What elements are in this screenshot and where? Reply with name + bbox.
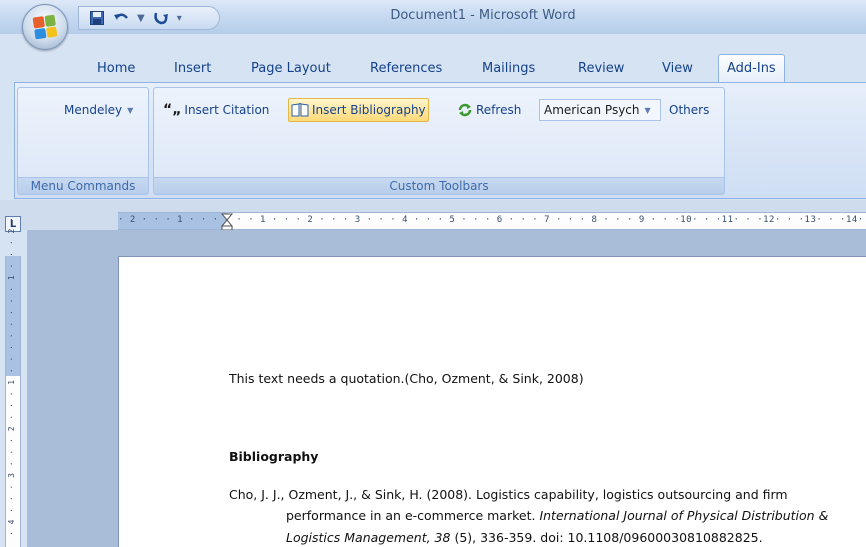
others-label: Others	[669, 103, 710, 117]
reference-pages-doi: (5), 336-359. doi: 10.1108/0960003081088…	[450, 530, 763, 545]
others-button[interactable]: Others	[667, 98, 711, 122]
save-icon[interactable]	[89, 10, 105, 26]
horizontal-ruler[interactable]: · 2 · · · 1 · · · · · · 1 · · · 2 · · · …	[118, 212, 866, 231]
ribbon: Mendeley ▼ Menu Commands “„ Insert Citati…	[14, 82, 866, 199]
reference-journal-volume: Logistics Management, 38	[286, 530, 451, 545]
refresh-label: Refresh	[476, 103, 522, 117]
tab-references[interactable]: References	[370, 61, 442, 76]
insert-bibliography-label: Insert Bibliography	[312, 103, 426, 117]
citation-style-select[interactable]: American Psych ▼	[539, 99, 661, 121]
office-button[interactable]	[22, 4, 68, 50]
reference-line-2: performance in an e-commerce market. Int…	[286, 508, 828, 523]
tab-page-layout[interactable]: Page Layout	[251, 61, 331, 76]
insert-bibliography-button[interactable]: Insert Bibliography	[288, 98, 429, 122]
mendeley-label: Mendeley	[64, 103, 123, 117]
bibliography-heading: Bibliography	[229, 449, 319, 464]
vertical-ruler-ticks: · 4 · · · 3 · · · 2 · · · 1 · · · · · · …	[7, 216, 16, 536]
refresh-button[interactable]: Refresh	[456, 98, 523, 122]
indent-marker-icon[interactable]	[220, 213, 234, 231]
mendeley-menu-button[interactable]: Mendeley ▼	[62, 98, 135, 122]
ruler-bar: L · 2 · · · 1 · · · · · · 1 · · · 2 · · …	[0, 200, 866, 232]
tab-review[interactable]: Review	[578, 61, 624, 76]
chevron-down-icon: ▼	[644, 105, 651, 115]
tab-add-ins[interactable]: Add-Ins	[718, 54, 785, 82]
reference-text: performance in an e-commerce market.	[286, 508, 540, 523]
quick-access-toolbar: ▼ ▾	[78, 6, 220, 30]
reference-line-1: Cho, J. J., Ozment, J., & Sink, H. (2008…	[229, 487, 788, 502]
refresh-icon	[458, 103, 472, 117]
reference-line-3: Logistics Management, 38 (5), 336-359. d…	[286, 530, 763, 545]
insert-citation-button[interactable]: “„ Insert Citation	[161, 98, 271, 122]
undo-icon[interactable]	[113, 10, 129, 26]
undo-dropdown-icon[interactable]: ▼	[137, 13, 145, 24]
customize-qat-icon[interactable]: ▾	[177, 13, 182, 24]
quote-icon: “„	[163, 102, 182, 118]
reference-journal: International Journal of Physical Distri…	[539, 508, 829, 523]
vertical-ruler[interactable]: · 4 · · · 3 · · · 2 · · · 1 · · · · · · …	[5, 216, 21, 547]
ribbon-tabs: Home Insert Page Layout References Maili…	[0, 54, 866, 82]
citation-style-value: American Psych	[544, 103, 640, 117]
group-label-menu-commands: Menu Commands	[18, 177, 148, 194]
redo-icon[interactable]	[153, 10, 169, 26]
chevron-down-icon: ▼	[127, 105, 134, 115]
tab-mailings[interactable]: Mailings	[482, 61, 535, 76]
document-page[interactable]: This text needs a quotation.(Cho, Ozment…	[118, 256, 866, 547]
book-icon	[291, 103, 309, 117]
insert-citation-label: Insert Citation	[184, 103, 270, 117]
tab-view[interactable]: View	[662, 61, 693, 76]
group-custom-toolbars: “„ Insert Citation Insert Bibliography R…	[153, 87, 725, 195]
office-logo-icon	[32, 14, 58, 40]
tab-home[interactable]: Home	[97, 61, 135, 76]
tab-insert[interactable]: Insert	[174, 61, 211, 76]
group-menu-commands: Mendeley ▼ Menu Commands	[17, 87, 149, 195]
group-label-custom-toolbars: Custom Toolbars	[154, 177, 724, 194]
document-body-text: This text needs a quotation.(Cho, Ozment…	[229, 371, 584, 386]
